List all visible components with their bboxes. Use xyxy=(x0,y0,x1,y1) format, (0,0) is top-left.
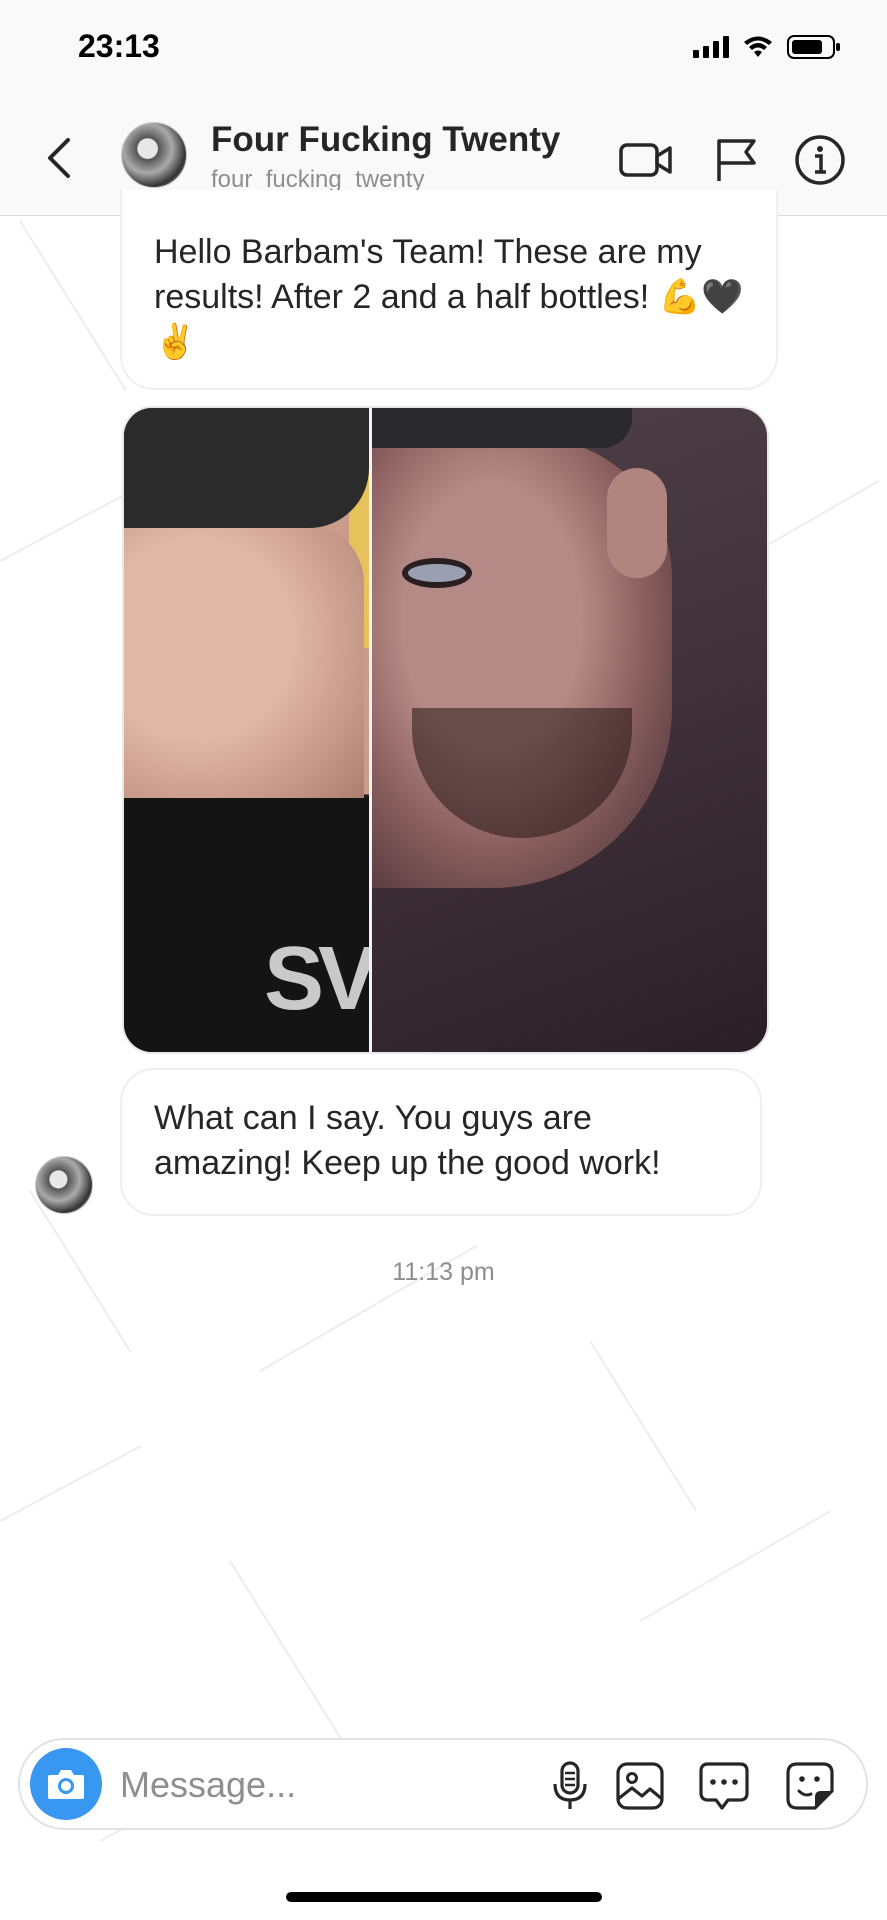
status-time: 23:13 xyxy=(78,28,160,64)
message-bubble[interactable]: Hello Barbam's Team! These are my result… xyxy=(120,190,778,390)
camera-button[interactable] xyxy=(30,1748,102,1820)
camera-icon xyxy=(48,1770,84,1799)
photo-before: SV xyxy=(124,408,378,1052)
watermark-stroke xyxy=(0,1445,142,1522)
photo-after xyxy=(372,408,767,1052)
chat-bubble-icon[interactable] xyxy=(696,1758,752,1814)
chat-title[interactable]: Four Fucking Twenty xyxy=(211,120,560,160)
status-icons xyxy=(693,34,841,60)
message-photo[interactable]: SV xyxy=(122,406,769,1054)
battery-icon xyxy=(787,35,840,59)
flag-icon[interactable] xyxy=(708,132,764,188)
watermark-stroke xyxy=(19,220,127,392)
info-icon[interactable] xyxy=(792,132,848,188)
cellular-signal-icon xyxy=(693,36,729,58)
gallery-icon[interactable] xyxy=(612,1758,668,1814)
message-text: Hello Barbam's Team! These are my result… xyxy=(154,233,744,361)
sticker-icon[interactable] xyxy=(782,1758,838,1814)
message-timestamp: 11:13 pm xyxy=(392,1258,495,1286)
back-chevron-icon[interactable] xyxy=(40,134,80,182)
sender-avatar[interactable] xyxy=(35,1156,93,1214)
microphone-icon[interactable] xyxy=(542,1758,598,1814)
status-bar: 23:13 xyxy=(0,0,887,100)
watermark-stroke xyxy=(229,1560,348,1749)
message-input[interactable] xyxy=(120,1760,450,1810)
home-indicator xyxy=(286,1892,602,1902)
message-text: What can I say. You guys are amazing! Ke… xyxy=(154,1099,661,1182)
video-call-icon[interactable] xyxy=(618,132,674,188)
watermark-stroke xyxy=(639,1510,832,1622)
wifi-icon xyxy=(744,36,772,57)
avatar[interactable] xyxy=(121,122,187,188)
message-bubble[interactable]: What can I say. You guys are amazing! Ke… xyxy=(120,1068,762,1216)
message-composer xyxy=(18,1738,868,1830)
watermark-stroke xyxy=(0,485,142,562)
watermark-stroke xyxy=(589,1340,697,1512)
